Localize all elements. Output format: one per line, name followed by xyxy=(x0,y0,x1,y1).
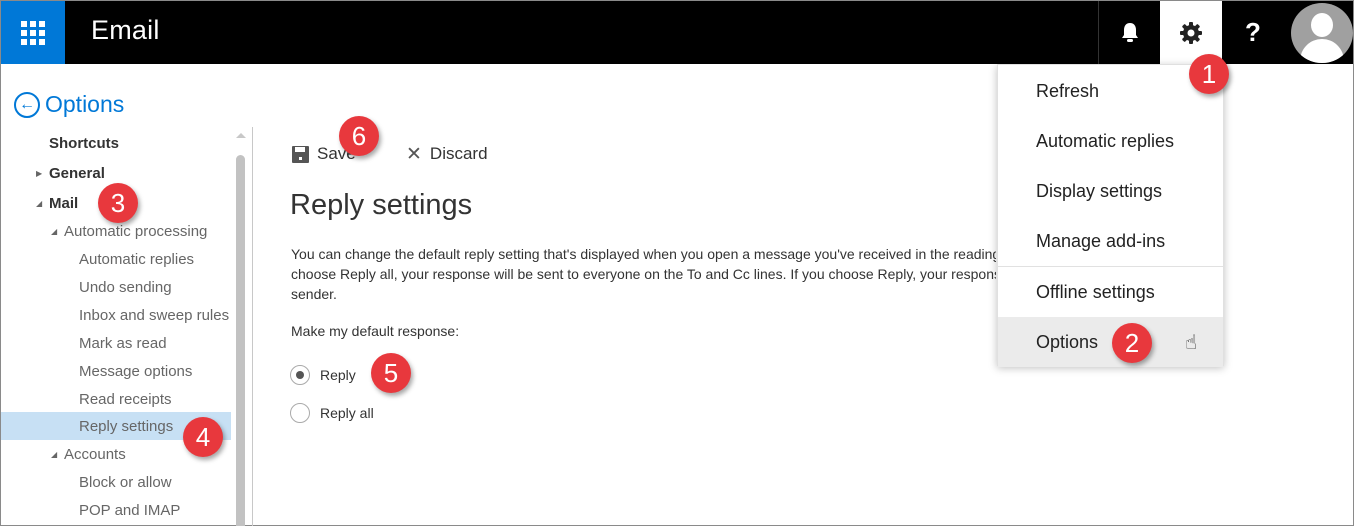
step-marker-2: 2 xyxy=(1112,323,1152,363)
menu-item-label: Automatic replies xyxy=(1036,130,1175,151)
avatar-body-icon xyxy=(1300,39,1344,63)
step-marker-6: 6 xyxy=(339,116,379,156)
scroll-up-arrow-icon[interactable] xyxy=(236,133,246,138)
nav-item-label: POP and IMAP xyxy=(79,501,181,519)
app-launcher-button[interactable] xyxy=(1,1,65,64)
bell-icon xyxy=(1121,22,1138,42)
nav-item-automatic-replies[interactable]: Automatic replies xyxy=(1,245,231,273)
scrollbar-thumb[interactable] xyxy=(236,155,245,526)
radio-label: Reply xyxy=(320,367,356,383)
nav-item-block-or-allow[interactable]: Block or allow xyxy=(1,468,231,496)
radio-button-unchecked[interactable] xyxy=(290,403,310,423)
menu-item-display-settings[interactable]: Display settings xyxy=(998,166,1223,216)
discard-label: Discard xyxy=(429,144,488,163)
hand-cursor-icon: ☝ xyxy=(1185,332,1198,354)
nav-item-label: Automatic processing xyxy=(64,222,208,240)
nav-item-label: General xyxy=(49,164,105,182)
description-line: You can change the default reply setting… xyxy=(291,246,996,262)
nav-item-label: Automatic replies xyxy=(79,250,195,268)
nav-item-label: Read receipts xyxy=(79,390,172,408)
menu-item-offline-settings[interactable]: Offline settings xyxy=(998,267,1223,317)
nav-item-inbox-sweep-rules[interactable]: Inbox and sweep rules xyxy=(1,301,231,329)
nav-item-label: Block or allow xyxy=(79,473,172,491)
nav-scrollbar[interactable] xyxy=(231,127,251,526)
caret-right-icon[interactable]: ▶ xyxy=(36,169,46,178)
menu-item-label: Options xyxy=(1036,331,1099,352)
nav-item-undo-sending[interactable]: Undo sending xyxy=(1,273,231,301)
step-marker-5: 5 xyxy=(371,353,411,393)
app-title: Email xyxy=(91,15,160,45)
caret-down-icon[interactable]: ◢ xyxy=(36,199,46,208)
nav-item-label: Inbox and sweep rules xyxy=(79,306,230,324)
caret-down-icon[interactable]: ◢ xyxy=(51,227,61,236)
nav-item-message-options[interactable]: Message options xyxy=(1,357,231,385)
back-arrow-circle-icon: ← xyxy=(14,91,40,118)
nav-item-pop-and-imap[interactable]: POP and IMAP xyxy=(1,496,231,524)
notifications-button[interactable] xyxy=(1098,1,1160,64)
caret-down-icon[interactable]: ◢ xyxy=(51,450,61,459)
gear-icon xyxy=(1180,21,1202,44)
nav-item-label: Reply settings xyxy=(79,417,174,435)
menu-item-label: Manage add-ins xyxy=(1036,230,1166,251)
nav-item-shortcuts[interactable]: Shortcuts xyxy=(1,129,231,157)
top-bar: Email ? xyxy=(1,1,1353,64)
step-marker-3: 3 xyxy=(98,183,138,223)
pane-divider xyxy=(252,127,253,526)
radio-reply-all[interactable]: Reply all xyxy=(290,403,374,423)
options-title: Options xyxy=(45,91,125,117)
nav-item-label: Message options xyxy=(79,362,193,380)
discard-button[interactable]: ✕ Discard xyxy=(406,144,488,164)
step-marker-1: 1 xyxy=(1189,54,1229,94)
description-line: choose Reply all, your response will be … xyxy=(291,266,996,282)
default-response-label: Make my default response: xyxy=(291,323,460,339)
app-launcher-icon xyxy=(21,20,45,45)
help-button[interactable]: ? xyxy=(1222,1,1284,64)
radio-label: Reply all xyxy=(320,405,374,421)
menu-item-label: Offline settings xyxy=(1036,281,1155,302)
radio-button-checked[interactable] xyxy=(290,365,310,385)
nav-item-label: Undo sending xyxy=(79,278,172,296)
question-icon: ? xyxy=(1245,17,1261,47)
nav-item-label: Mark as read xyxy=(79,334,167,352)
close-icon: ✕ xyxy=(406,143,422,165)
nav-item-label: Shortcuts xyxy=(49,134,120,152)
nav-item-mark-as-read[interactable]: Mark as read xyxy=(1,329,231,357)
nav-item-read-receipts[interactable]: Read receipts xyxy=(1,385,231,413)
save-icon xyxy=(292,145,309,163)
radio-reply[interactable]: Reply xyxy=(290,365,356,385)
menu-item-label: Display settings xyxy=(1036,180,1163,201)
avatar-head-icon xyxy=(1311,13,1333,37)
step-marker-4: 4 xyxy=(183,417,223,457)
menu-item-manage-add-ins[interactable]: Manage add-ins xyxy=(998,216,1223,266)
options-back-link[interactable]: ← Options xyxy=(14,91,124,118)
page-title: Reply settings xyxy=(290,189,473,221)
menu-item-label: Refresh xyxy=(1036,80,1100,101)
avatar[interactable] xyxy=(1291,3,1353,63)
settings-menu: Refresh Automatic replies Display settin… xyxy=(997,64,1224,367)
nav-item-label: Mail xyxy=(49,194,79,212)
nav-item-label: Accounts xyxy=(64,445,126,463)
menu-item-automatic-replies[interactable]: Automatic replies xyxy=(998,116,1223,166)
